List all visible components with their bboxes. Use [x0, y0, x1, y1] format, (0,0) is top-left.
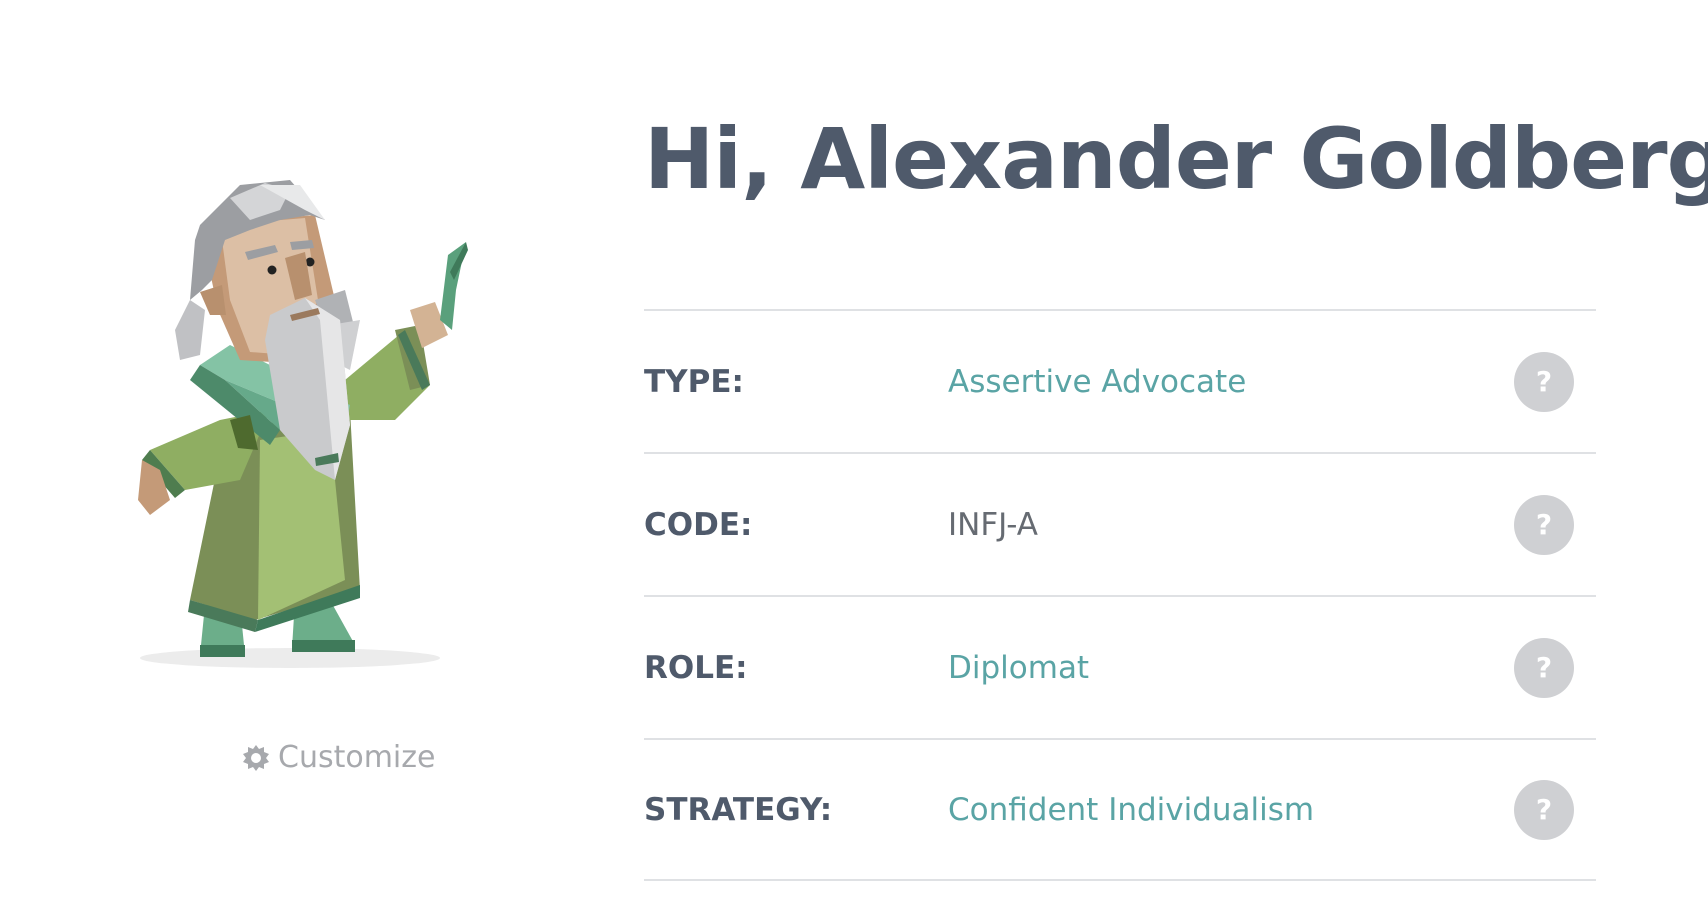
type-value-link[interactable]: Assertive Advocate [948, 364, 1514, 400]
profile-info-table: TYPE: Assertive Advocate ? CODE: INFJ-A … [644, 309, 1596, 881]
gear-icon [242, 744, 270, 772]
role-help-button[interactable]: ? [1514, 637, 1574, 698]
customize-label: Customize [278, 740, 436, 775]
code-value: INFJ-A [948, 506, 1038, 543]
info-row-code: CODE: INFJ-A ? [644, 452, 1596, 595]
page-title: Hi, Alexander Goldberg! [644, 110, 1708, 208]
type-help-button[interactable]: ? [1514, 351, 1574, 412]
code-help-button[interactable]: ? [1514, 494, 1574, 555]
type-label: TYPE: [644, 363, 744, 400]
code-label: CODE: [644, 506, 753, 543]
avatar-section: Customize [130, 180, 500, 800]
role-value-link[interactable]: Diplomat [948, 650, 1514, 686]
info-row-strategy: STRATEGY: Confident Individualism ? [644, 738, 1596, 881]
strategy-value-link[interactable]: Confident Individualism [948, 792, 1514, 828]
info-row-role: ROLE: Diplomat ? [644, 595, 1596, 738]
avatar-illustration [130, 180, 500, 710]
strategy-help-button[interactable]: ? [1514, 779, 1574, 840]
profile-page: Customize Hi, Alexander Goldberg! TYPE: … [0, 0, 1708, 924]
info-row-type: TYPE: Assertive Advocate ? [644, 309, 1596, 452]
strategy-label: STRATEGY: [644, 791, 833, 828]
role-label: ROLE: [644, 649, 748, 686]
customize-button[interactable]: Customize [242, 740, 435, 775]
